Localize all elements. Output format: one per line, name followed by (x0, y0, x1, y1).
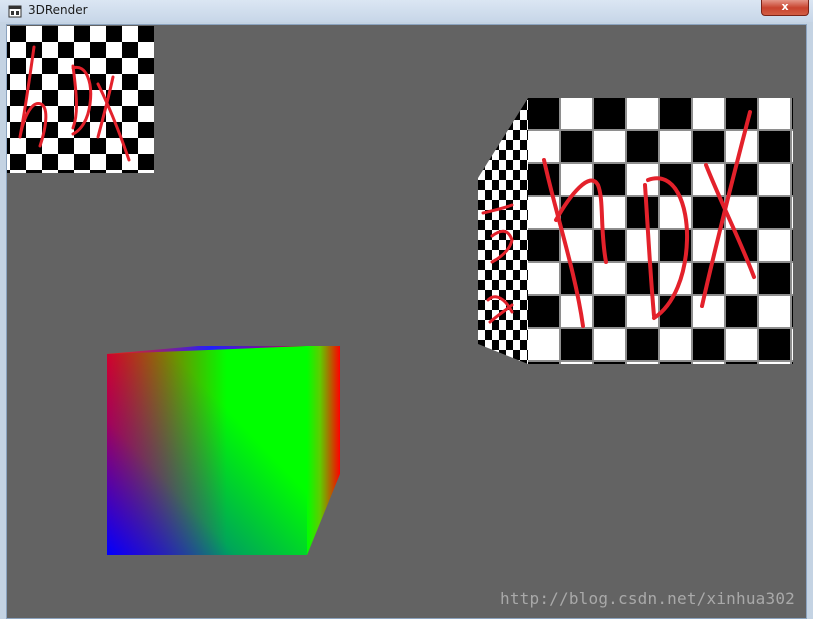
small-textured-quad (7, 26, 154, 173)
app-window: 3DRender x http://blog.csdn.net/xinhua30… (0, 0, 813, 619)
rgb-gradient-cube (107, 346, 340, 555)
render-scene (7, 26, 793, 555)
watermark-text: http://blog.csdn.net/xinhua302 (500, 589, 795, 608)
textured-cube (478, 98, 793, 364)
